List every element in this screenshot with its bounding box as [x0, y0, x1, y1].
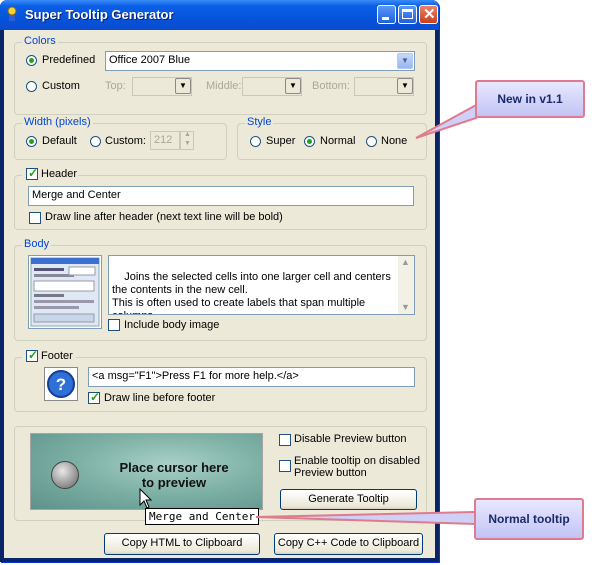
callout-pointer-normal	[255, 510, 476, 526]
callout-pointer-new	[415, 102, 480, 139]
new-in-version-callout: New in v1.1	[475, 80, 585, 118]
normal-tooltip-callout: Normal tooltip	[474, 498, 584, 540]
